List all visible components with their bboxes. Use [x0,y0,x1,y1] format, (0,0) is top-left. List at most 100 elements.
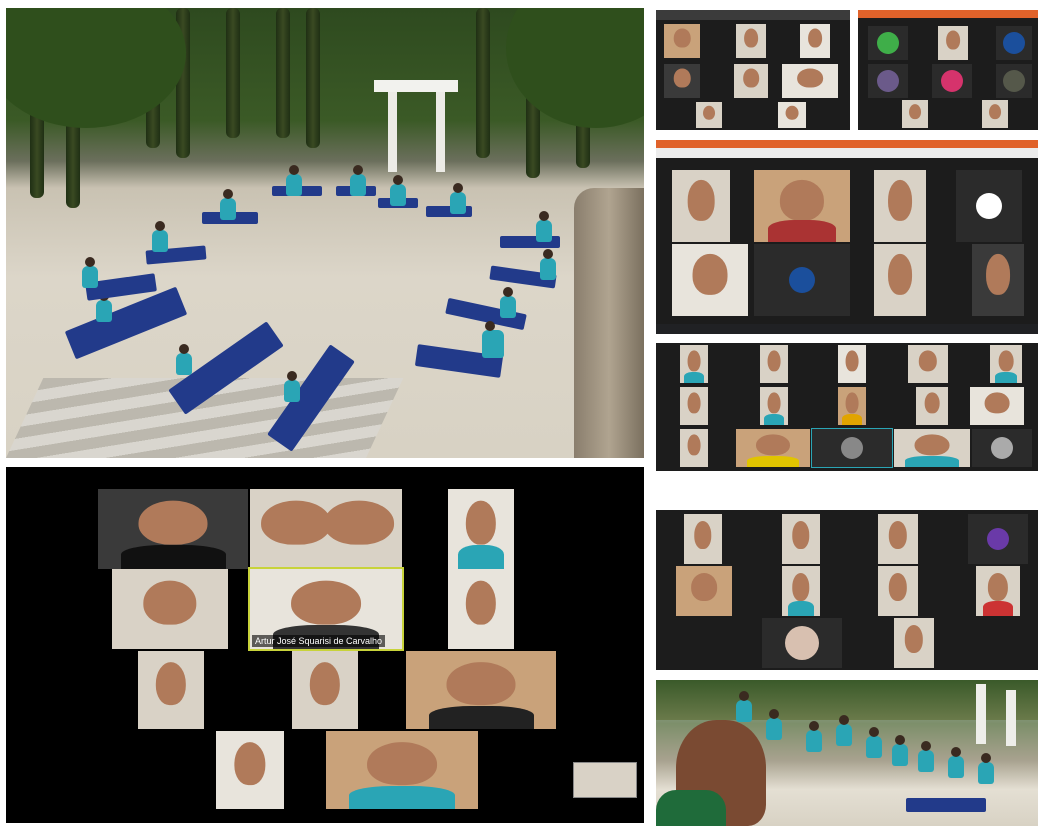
tree [226,8,240,138]
video-tile [990,345,1022,383]
video-tile [216,731,284,809]
video-tile [902,100,928,128]
avatar-tile [868,64,908,98]
white-column [1006,690,1016,746]
participant-name-label: Artur José Squarisi de Carvalho [252,635,386,647]
person [836,715,852,746]
video-tile [916,387,948,425]
video-tile [406,651,556,729]
gallery-thumbnail [573,762,637,798]
video-tile [664,64,700,98]
outdoor-yoga-photo [6,8,644,458]
browser-tabs [858,10,1038,18]
video-tile [292,651,358,729]
video-tile [250,489,402,569]
video-tile [782,566,820,616]
video-tile [782,64,838,98]
video-call-screenshot [656,510,1038,670]
tree [476,8,490,158]
video-tile [760,387,788,425]
video-tile [754,170,850,242]
avatar-tile [956,170,1022,242]
person [350,165,366,196]
tree [306,8,320,148]
video-tile [448,489,514,569]
zoom-gallery-screenshot: Artur José Squarisi de Carvalho [6,467,644,823]
active-speaker-tile: Artur José Squarisi de Carvalho [248,567,404,651]
video-tile [878,514,918,564]
person [536,211,552,242]
video-tile [326,731,478,809]
group-selfie-photo [656,680,1038,826]
avatar-tile [811,428,893,468]
taskbar [656,324,1038,334]
avatar-tile [968,514,1028,564]
tree [276,8,290,138]
video-call-screenshot [656,343,1038,471]
video-tile [878,566,918,616]
address-bar [656,148,1038,158]
yoga-mat [64,286,188,360]
video-tile [138,651,204,729]
video-tile [970,387,1024,425]
person [918,741,934,772]
video-tile [684,514,722,564]
video-tile [778,102,806,128]
person [736,691,752,722]
video-tile [894,618,934,668]
person [482,321,504,358]
video-tile [874,244,926,316]
video-tile [98,489,248,569]
video-tile [676,566,732,616]
video-tile [938,26,968,60]
avatar-tile [972,429,1032,467]
person [96,291,112,322]
avatar-tile [996,26,1032,60]
video-tile [976,566,1020,616]
person [806,721,822,752]
video-tile [112,569,228,649]
person [220,189,236,220]
video-tile [838,387,866,425]
person [500,287,516,318]
yoga-mat [906,798,986,812]
person [948,747,964,778]
person [892,735,908,766]
video-tile [736,24,766,58]
person [978,753,994,784]
video-tile [680,387,708,425]
video-call-screenshot [656,140,1038,334]
avatar-tile [868,26,908,60]
person [866,727,882,758]
person [284,371,300,402]
person [390,175,406,206]
green-scarf [656,790,726,826]
video-tile [672,170,730,242]
person [286,165,302,196]
video-tile [760,345,788,383]
person [176,344,192,375]
video-tile [680,429,708,467]
white-pergola [374,80,458,172]
video-tile [838,345,866,383]
video-tile [874,170,926,242]
video-tile [972,244,1024,316]
person [82,257,98,288]
avatar-tile [996,64,1032,98]
video-tile [894,429,970,467]
video-tile [448,569,514,649]
person [450,183,466,214]
avatar-tile [762,618,842,668]
video-tile [672,244,748,316]
video-tile [982,100,1008,128]
person [766,709,782,740]
avatar-tile [754,244,850,316]
person [152,221,168,252]
video-tile [800,24,830,58]
white-column [976,684,986,744]
person [540,249,556,280]
video-tile [908,345,948,383]
browser-tabs [656,140,1038,148]
video-tile [680,345,708,383]
video-call-screenshot [858,10,1038,130]
